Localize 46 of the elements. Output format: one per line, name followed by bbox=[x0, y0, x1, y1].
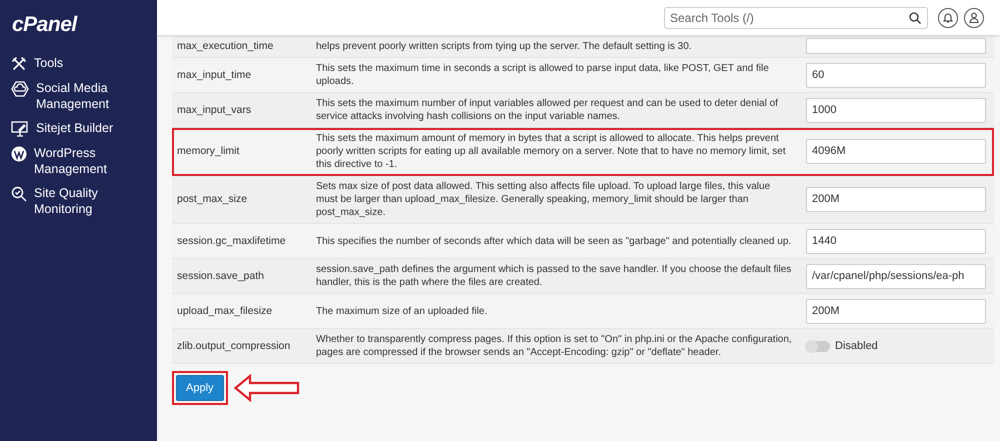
setting-description: This specifies the number of seconds after which data will be seen as "garbage" and potentially cleaned up. bbox=[316, 234, 792, 248]
input-field[interactable]: 200M bbox=[806, 187, 986, 212]
setting-description: This sets the maximum amount of memory in bytes that a script is allowed to allocate. This helps prevent poorly written scripts for eating up all available memory on a server. Note that to have no memory limit, set this directive to -1. bbox=[316, 132, 787, 171]
magnifier-check-icon bbox=[11, 186, 27, 202]
cpanel-logo: cPanel bbox=[11, 12, 77, 38]
input-field[interactable]: 200M bbox=[806, 298, 986, 324]
setting-description: The maximum size of an uploaded file. bbox=[316, 304, 488, 318]
sidebar-item[interactable]: WordPress Management bbox=[0, 141, 157, 181]
setting-description: helps prevent poorly written scripts from tying up the server. The default setting is 30. bbox=[316, 40, 693, 52]
monitor-pen-icon bbox=[11, 121, 29, 137]
user-button[interactable] bbox=[964, 8, 984, 28]
search-field[interactable]: Search Tools (/) bbox=[664, 6, 928, 28]
setting-description: This sets the maximum time in seconds a script is allowed to parse input data, like POST, GET and file uploads. bbox=[316, 62, 770, 88]
setting-description: This sets the maximum number of input variables allowed per request and can be used to deter denial of service attacks involving hash collisions on the input variable names. bbox=[316, 97, 779, 123]
setting-name: post_max_size bbox=[176, 193, 248, 206]
wordpress-icon bbox=[11, 146, 27, 162]
user-icon bbox=[969, 12, 979, 23]
setting-name: session.save_path bbox=[176, 270, 265, 282]
input-field[interactable]: 60 bbox=[806, 62, 986, 88]
setting-name: max_execution_time bbox=[176, 40, 274, 52]
input-field[interactable]: 1000 bbox=[806, 98, 986, 122]
setting-name: upload_max_filesize bbox=[176, 304, 274, 318]
bell-icon bbox=[943, 12, 953, 23]
toggle-label: Disabled bbox=[835, 340, 878, 352]
input-field[interactable]: 1440 bbox=[806, 228, 986, 254]
sidebar-item[interactable]: Tools bbox=[0, 51, 157, 76]
hexagon-cloud-icon bbox=[11, 81, 29, 97]
setting-description: Whether to transparently compress pages. If this option is set to "On" in php.ini or the Apache configuration, pages are compressed if the browser sends an "Accept-Encoding: gzip" or "deflate" header. bbox=[316, 333, 793, 359]
sidebar-item[interactable]: Sitejet Builder bbox=[0, 116, 157, 141]
input-field[interactable]: 4096M bbox=[806, 139, 986, 164]
apply-button[interactable]: Apply bbox=[176, 375, 224, 401]
notifications-button[interactable] bbox=[938, 8, 958, 28]
setting-name: session.gc_maxlifetime bbox=[176, 234, 287, 248]
setting-description: Sets max size of post data allowed. This setting also affects file upload. To upload large files, this value must be larger than upload_max_filesize. Generally speaking, memory_limit should be larger than post_max_size. bbox=[316, 180, 772, 219]
sidebar-item[interactable]: Social Media Management bbox=[0, 76, 157, 116]
input-field[interactable]: /var/cpanel/php/sessions/ea-ph bbox=[806, 264, 986, 288]
setting-name: max_input_vars bbox=[176, 104, 252, 116]
toggle-switch[interactable] bbox=[806, 340, 830, 352]
tools-icon bbox=[11, 56, 27, 72]
search-icon[interactable] bbox=[909, 12, 921, 24]
input-field[interactable] bbox=[806, 38, 986, 54]
setting-name: zlib.output_compression bbox=[176, 340, 292, 352]
setting-description: session.save_path defines the argument which is passed to the save handler. If you choose the default files handler, this is the path where the files are created. bbox=[316, 263, 792, 289]
setting-name: memory_limit bbox=[176, 145, 240, 158]
sidebar-item[interactable]: Site Quality Monitoring bbox=[0, 181, 157, 221]
setting-name: max_input_time bbox=[176, 68, 252, 82]
